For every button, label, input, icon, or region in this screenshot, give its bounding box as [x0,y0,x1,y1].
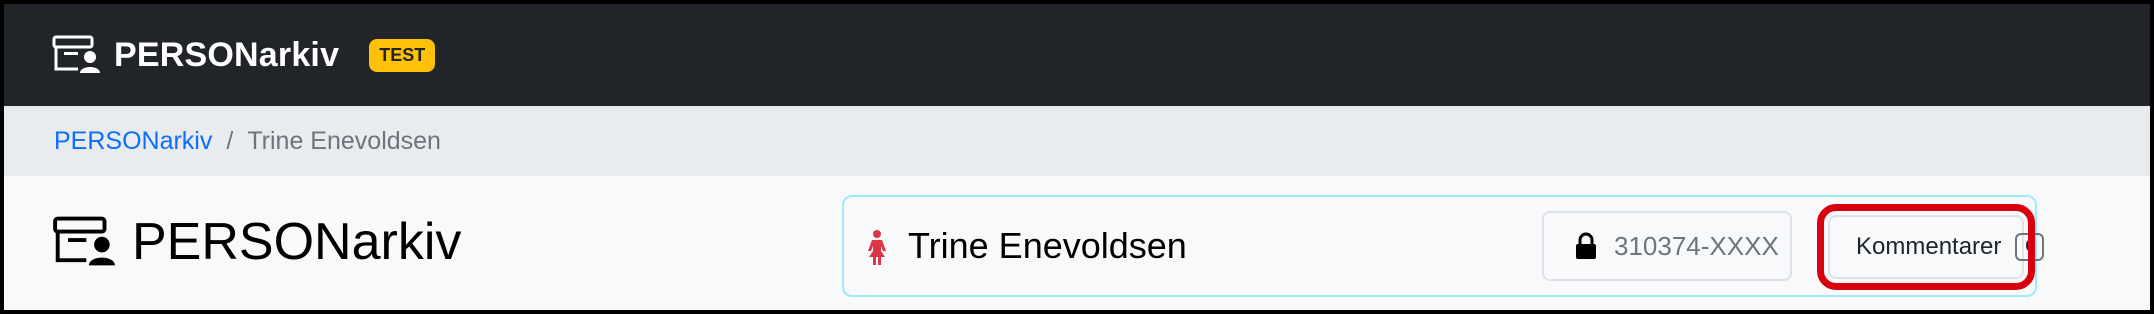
top-navbar: PERSONarkiv TEST [4,4,2150,106]
comments-count-badge: 0 [2015,233,2045,261]
person-name: Trine Enevoldsen [908,225,1187,266]
ssn-field[interactable]: 310374-XXXX [1542,211,1792,281]
archive-person-icon [53,216,115,266]
person-header-card: Trine Enevoldsen 310374-XXXX Kommentarer… [842,195,2045,297]
brand-name: PERSONarkiv [114,35,340,74]
navbar-brand[interactable]: PERSONarkiv TEST [52,35,436,75]
comments-button[interactable]: Kommentarer 0 [1817,204,2045,290]
breadcrumb-separator: / [226,126,234,155]
app-frame: PERSONarkiv TEST PERSONarkiv / Trine Ene… [0,0,2154,314]
ssn-value: 310374-XXXX [1614,230,1779,261]
lock-icon [1576,232,1596,259]
environment-badge: TEST [369,38,436,72]
page-title-text: PERSONarkiv [132,213,462,271]
female-person-icon [868,230,886,265]
breadcrumb: PERSONarkiv / Trine Enevoldsen [4,106,2150,176]
comments-label: Kommentarer [1856,233,2002,260]
page-title: PERSONarkiv [52,212,461,272]
breadcrumb-root-link[interactable]: PERSONarkiv [54,127,212,156]
breadcrumb-current: Trine Enevoldsen [247,126,441,155]
archive-person-icon [52,35,100,73]
